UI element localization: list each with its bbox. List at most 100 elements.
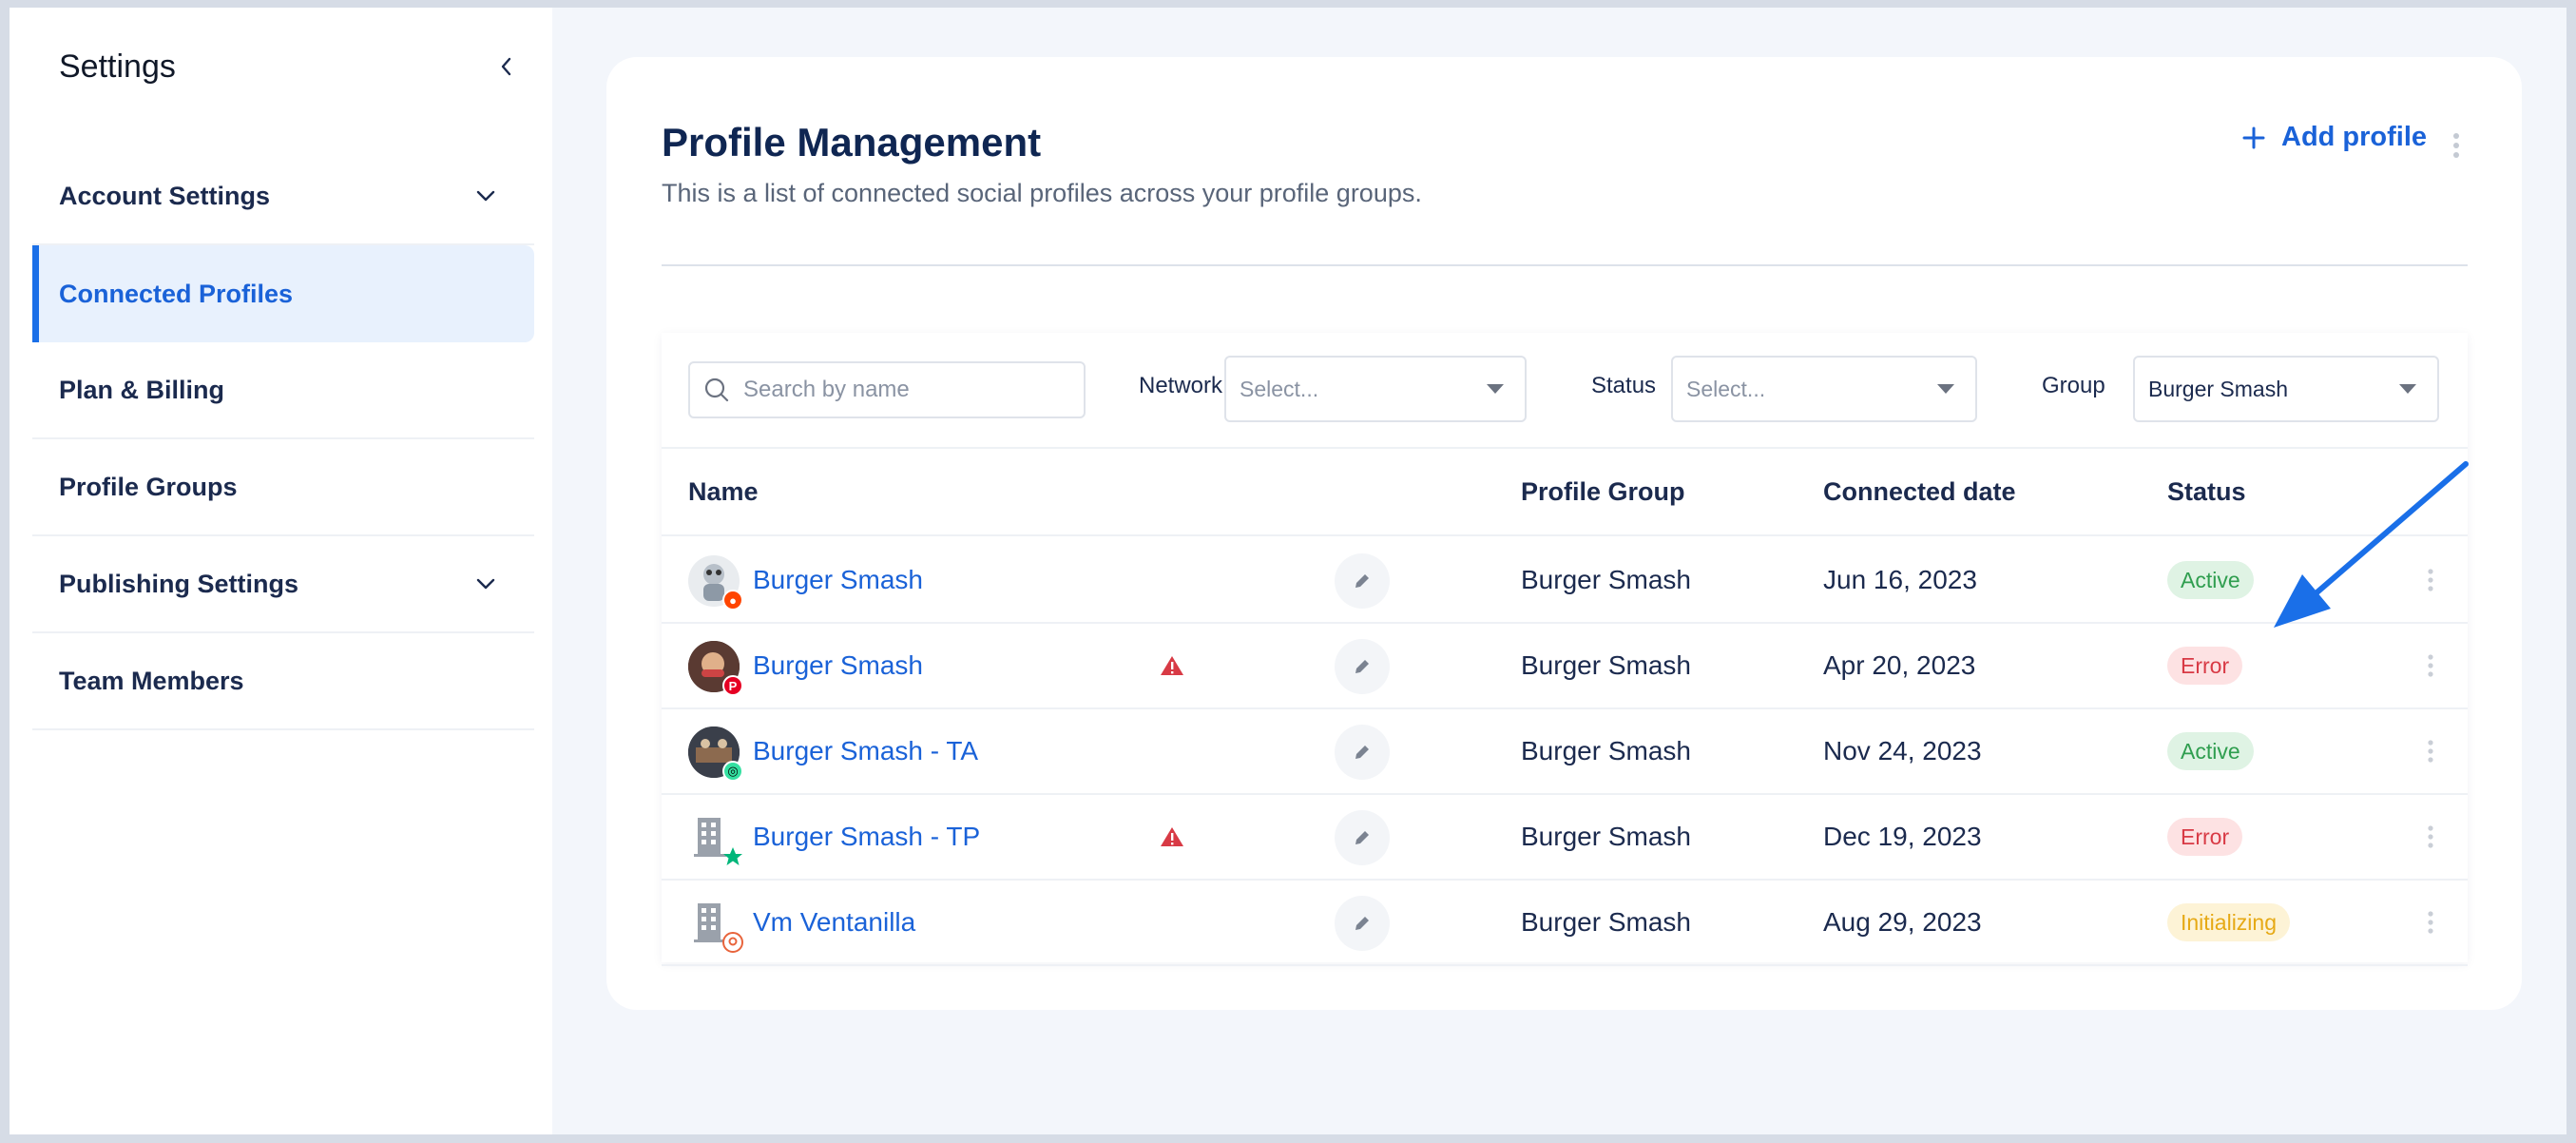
network-select[interactable]: Select... (1224, 356, 1527, 422)
sidebar-item-profile-groups[interactable]: Profile Groups (32, 439, 534, 536)
sidebar-item-label: Plan & Billing (59, 375, 225, 404)
kebab-menu-icon (2428, 911, 2433, 934)
kebab-menu-icon (2428, 569, 2433, 591)
status-badge: Initializing (2167, 903, 2290, 941)
row-actions-button[interactable] (2426, 738, 2435, 769)
table-row[interactable]: ◎ Burger Smash - TA Burger Smash Nov 24,… (662, 709, 2468, 795)
network-filter-label: Network (1139, 373, 1223, 398)
table-row[interactable]: ● Burger Smash Burger Smash Jun 16, 2023… (662, 538, 2468, 624)
profiles-table-panel: Network Select... Status Select... Group… (662, 333, 2468, 966)
reddit-avatar: ● (688, 555, 743, 610)
pencil-icon (1355, 917, 1369, 930)
row-actions-button[interactable] (2426, 652, 2435, 684)
sidebar-item-label: Publishing Settings (59, 569, 299, 598)
sidebar-title: Settings (59, 48, 176, 85)
sidebar-item-label: Team Members (59, 666, 244, 695)
column-header-name[interactable]: Name (688, 477, 759, 507)
edit-profile-button[interactable] (1335, 896, 1390, 951)
row-actions-button[interactable] (2426, 909, 2435, 940)
profile-group-cell: Burger Smash (1521, 822, 1691, 851)
page-title: Profile Management (662, 120, 1042, 165)
profile-name-link[interactable]: Burger Smash (753, 650, 923, 681)
caret-down-icon (1937, 384, 1954, 394)
chevron-left-icon (501, 57, 511, 76)
status-badge: Active (2167, 732, 2254, 770)
column-header-profile-group[interactable]: Profile Group (1521, 477, 1685, 507)
warning-icon (1160, 654, 1184, 682)
filters-bar: Network Select... Status Select... Group… (662, 333, 2468, 449)
sidebar-header: Settings (59, 38, 525, 95)
profile-group-cell: Burger Smash (1521, 650, 1691, 680)
collapse-sidebar-button[interactable] (487, 48, 525, 86)
tripadvisor-icon: ◎ (722, 761, 743, 782)
pinterest-avatar: P (688, 641, 743, 696)
caret-down-icon (1487, 384, 1504, 394)
row-actions-button[interactable] (2426, 567, 2435, 598)
trustpilot-star-icon (722, 846, 743, 867)
chevron-down-icon (476, 578, 495, 590)
search-box[interactable] (688, 361, 1086, 418)
column-header-connected-date[interactable]: Connected date (1823, 477, 2016, 507)
pencil-icon (1355, 746, 1369, 759)
status-badge: Error (2167, 818, 2243, 856)
add-profile-button[interactable]: Add profile (2241, 122, 2427, 153)
profile-name-link[interactable]: Vm Ventanilla (753, 907, 915, 938)
table-row[interactable]: P Burger Smash Burger Smash Apr 20, 2023… (662, 624, 2468, 709)
more-options-button[interactable] (2451, 131, 2462, 165)
profile-group-cell: Burger Smash (1521, 736, 1691, 765)
reddit-icon: ● (722, 590, 743, 610)
search-icon (704, 378, 729, 402)
add-profile-label: Add profile (2281, 122, 2428, 152)
connected-date-cell: Jun 16, 2023 (1823, 565, 1977, 594)
sidebar-item-publishing-settings[interactable]: Publishing Settings (32, 536, 534, 633)
sidebar-item-account-settings[interactable]: Account Settings (32, 148, 534, 245)
warning-icon (1160, 825, 1184, 853)
edit-profile-button[interactable] (1335, 725, 1390, 780)
status-badge: Error (2167, 647, 2243, 685)
connected-date-cell: Aug 29, 2023 (1823, 907, 1982, 937)
row-actions-button[interactable] (2426, 823, 2435, 855)
search-input[interactable] (743, 377, 1067, 403)
status-select[interactable]: Select... (1671, 356, 1977, 422)
google-business-building-avatar (688, 898, 743, 953)
plus-icon (2242, 126, 2265, 148)
group-filter-label: Group (2042, 373, 2105, 398)
pencil-icon (1355, 831, 1369, 844)
page-subtitle: This is a list of connected social profi… (662, 179, 1422, 207)
kebab-menu-icon (2453, 133, 2459, 158)
table-row[interactable]: Burger Smash - TP Burger Smash Dec 19, 2… (662, 795, 2468, 881)
kebab-menu-icon (2428, 654, 2433, 677)
sidebar-item-plan-billing[interactable]: Plan & Billing (32, 342, 534, 439)
edit-profile-button[interactable] (1335, 810, 1390, 865)
caret-down-icon (2399, 384, 2416, 394)
settings-app: Settings Account Settings Connected Prof… (10, 8, 2566, 1134)
connected-date-cell: Nov 24, 2023 (1823, 736, 1982, 765)
chevron-down-icon (476, 190, 495, 202)
profile-management-card: Profile Management This is a list of con… (606, 57, 2522, 1010)
edit-profile-button[interactable] (1335, 639, 1390, 694)
network-select-value: Select... (1240, 376, 1319, 401)
column-header-status[interactable]: Status (2167, 477, 2246, 507)
settings-nav: Account Settings Connected Profiles Plan… (32, 148, 534, 730)
profile-group-cell: Burger Smash (1521, 565, 1691, 594)
connected-date-cell: Dec 19, 2023 (1823, 822, 1982, 851)
table-row[interactable]: Vm Ventanilla Burger Smash Aug 29, 2023 … (662, 881, 2468, 966)
profile-name-link[interactable]: Burger Smash (753, 565, 923, 595)
kebab-menu-icon (2428, 740, 2433, 763)
header-divider (662, 264, 2468, 266)
trustpilot-building-avatar (688, 812, 742, 865)
edit-profile-button[interactable] (1335, 553, 1390, 609)
pinterest-icon: P (722, 675, 743, 696)
profile-name-link[interactable]: Burger Smash - TP (753, 822, 980, 852)
profile-group-cell: Burger Smash (1521, 907, 1691, 937)
location-pin-icon (722, 932, 743, 953)
sidebar-item-team-members[interactable]: Team Members (32, 633, 534, 730)
table-header: Name Profile Group Connected date Status (662, 451, 2468, 536)
pencil-icon (1355, 574, 1369, 588)
group-select[interactable]: Burger Smash (2133, 356, 2439, 422)
sidebar-item-label: Account Settings (59, 181, 271, 210)
sidebar-item-connected-profiles[interactable]: Connected Profiles (32, 245, 534, 342)
profile-name-link[interactable]: Burger Smash - TA (753, 736, 978, 766)
status-badge: Active (2167, 561, 2254, 599)
settings-sidebar: Settings Account Settings Connected Prof… (10, 8, 552, 1134)
